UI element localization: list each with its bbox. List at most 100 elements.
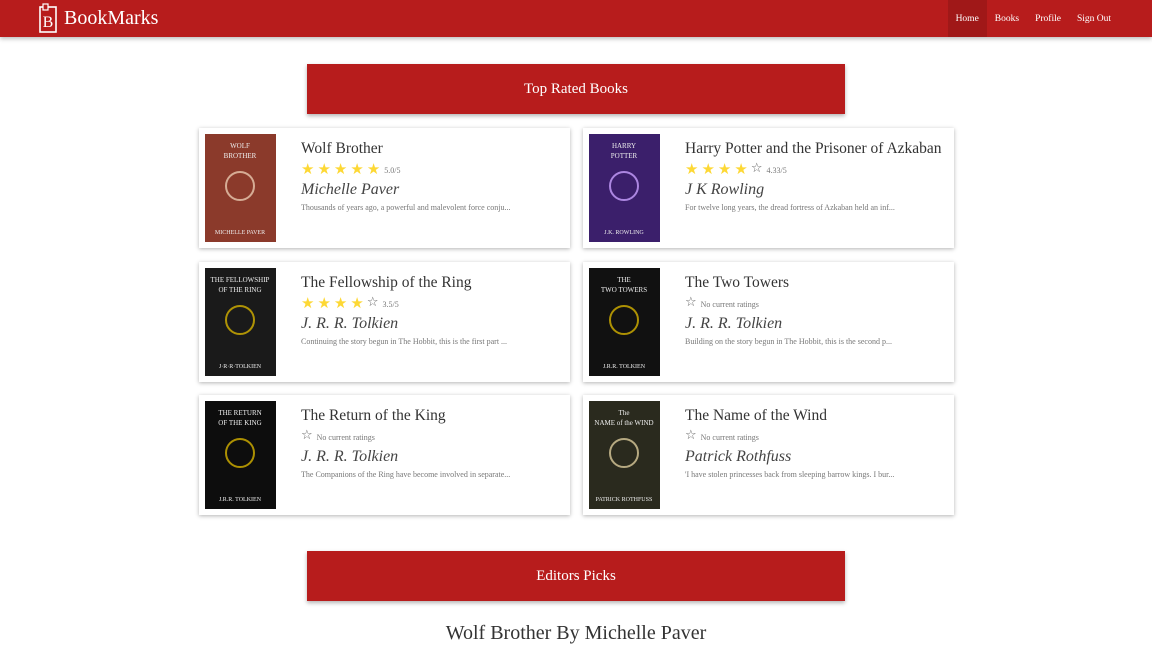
cover-background: [205, 134, 276, 242]
book-title[interactable]: Harry Potter and the Prisoner of Azkaban: [685, 140, 944, 157]
nav-menu: Home Books Profile Sign Out: [947, 0, 1119, 37]
book-cover-image[interactable]: WOLF BROTHER MICHELLE PAVER: [205, 134, 276, 242]
book-rating: ☆ No current ratings: [685, 429, 944, 443]
book-title[interactable]: Wolf Brother: [301, 140, 560, 157]
featured-book-title: Wolf Brother By Michelle Paver: [445, 622, 707, 644]
book-description: Thousands of years ago, a powerful and m…: [301, 203, 511, 212]
book-rating: ☆ No current ratings: [685, 296, 944, 310]
cover-text-top: WOLF: [230, 142, 250, 150]
rating-text: 4.33/5: [766, 166, 787, 175]
book-title[interactable]: The Name of the Wind: [685, 407, 944, 424]
rating-text: 5.0/5: [384, 166, 401, 175]
cover-text-author: MICHELLE PAVER: [215, 230, 265, 236]
book-author: J. R. R. Tolkien: [301, 315, 399, 332]
book-author: Michelle Paver: [301, 181, 400, 198]
book-title[interactable]: The Fellowship of the Ring: [301, 274, 560, 291]
star-filled-icon: ★: [333, 294, 348, 312]
cover-text-author: J·R·R·TOLKIEN: [219, 364, 262, 370]
cover-text-top: HARRY: [612, 142, 636, 150]
cover-text-top: The: [619, 409, 630, 417]
star-filled-icon: ★: [333, 160, 348, 178]
book-card[interactable]: WOLF BROTHER MICHELLE PAVER Wolf Brother ★ ★ ★…: [199, 128, 570, 248]
book-card[interactable]: The NAME of the WIND PATRICK ROTHFUSS The N…: [583, 395, 954, 515]
brand-link[interactable]: B BookMarks: [37, 3, 158, 34]
cover-text-main: NAME of the WIND: [594, 419, 653, 427]
star-empty-icon: ☆: [750, 161, 763, 176]
nav-home[interactable]: Home: [947, 0, 987, 37]
book-info: Wolf Brother ★ ★ ★ ★ ★ 5.0/5 Michelle Paver Thou…: [301, 140, 560, 213]
star-filled-icon: ★: [734, 160, 748, 178]
star-filled-icon: ★: [366, 160, 381, 178]
top-rated-books-button[interactable]: Top Rated Books: [307, 64, 845, 114]
book-card[interactable]: HARRY POTTER J.K. ROWLING Harry Potter and …: [583, 128, 954, 248]
book-cover-image[interactable]: THE TWO TOWERS J.R.R. TOLKIEN: [589, 268, 660, 376]
book-cover-image[interactable]: HARRY POTTER J.K. ROWLING: [589, 134, 660, 242]
book-description: Building on the story begun in The Hobbi…: [685, 337, 892, 346]
book-b-logo-icon: B: [39, 3, 57, 33]
cover-text-author: J.R.R. TOLKIEN: [603, 364, 646, 370]
star-filled-icon: ★: [317, 160, 331, 178]
book-description: The Companions of the Ring have become i…: [301, 470, 511, 479]
rating-text: No current ratings: [700, 300, 759, 309]
star-empty-icon: ☆: [685, 295, 697, 310]
nav-books[interactable]: Books: [987, 0, 1027, 37]
book-info: The Two Towers ☆ No current ratings J. R. R…: [685, 274, 944, 347]
star-filled-icon: ★: [701, 160, 715, 178]
cover-text-main: POTTER: [611, 152, 638, 160]
rating-text: No current ratings: [316, 433, 375, 442]
cover-text-main: TWO TOWERS: [601, 286, 647, 294]
cover-text-main: OF THE RING: [218, 286, 261, 294]
star-filled-icon: ★: [350, 160, 364, 178]
navbar: B BookMarks Home Books Profile Sign Out: [0, 0, 1152, 37]
book-info: The Fellowship of the Ring ★ ★ ★ ★ ☆ 3.5/5 J. R…: [301, 274, 560, 347]
book-rating: ★ ★ ★ ★ ★ 5.0/5: [301, 160, 560, 178]
book-rating: ★ ★ ★ ★ ☆ 3.5/5: [301, 294, 560, 312]
book-info: Harry Potter and the Prisoner of Azkaban…: [685, 140, 944, 213]
cover-text-main: BROTHER: [224, 152, 257, 160]
cover-background: [205, 268, 276, 376]
cover-text-author: J.R.R. TOLKIEN: [219, 497, 262, 503]
book-card[interactable]: THE RETURN OF THE KING J.R.R. TOLKIEN The R…: [199, 395, 570, 515]
star-empty-icon: ☆: [366, 295, 379, 310]
cover-background: [589, 268, 660, 376]
book-description: Continuing the story begun in The Hobbit…: [301, 337, 508, 346]
book-rating: ★ ★ ★ ★ ☆ 4.33/5: [685, 160, 944, 178]
svg-text:B: B: [43, 14, 54, 31]
star-empty-icon: ☆: [685, 428, 697, 443]
cover-text-top: THE: [617, 276, 631, 284]
rating-text: 3.5/5: [382, 300, 399, 309]
book-info: The Return of the King ☆ No current rating…: [301, 407, 560, 480]
book-description: For twelve long years, the dread fortres…: [685, 203, 895, 212]
cover-text-author: J.K. ROWLING: [604, 230, 644, 236]
rating-text: No current ratings: [700, 433, 759, 442]
star-filled-icon: ★: [301, 160, 315, 178]
book-cover-image[interactable]: THE RETURN OF THE KING J.R.R. TOLKIEN: [205, 401, 276, 509]
cover-text-author: PATRICK ROTHFUSS: [596, 497, 653, 503]
star-filled-icon: ★: [301, 294, 315, 312]
nav-sign-out[interactable]: Sign Out: [1069, 0, 1119, 37]
star-empty-icon: ☆: [301, 428, 313, 443]
editors-picks-button[interactable]: Editors Picks: [307, 551, 845, 601]
book-title[interactable]: The Two Towers: [685, 274, 944, 291]
star-filled-icon: ★: [685, 160, 699, 178]
brand-name: BookMarks: [64, 7, 159, 29]
book-cover-image[interactable]: THE FELLOWSHIP OF THE RING J·R·R·TOLKIEN: [205, 268, 276, 376]
star-filled-icon: ★: [350, 294, 364, 312]
star-filled-icon: ★: [317, 294, 331, 312]
book-author: J K Rowling: [685, 181, 765, 198]
star-filled-icon: ★: [717, 160, 732, 178]
book-title[interactable]: The Return of the King: [301, 407, 560, 424]
nav-profile[interactable]: Profile: [1027, 0, 1069, 37]
cover-text-top: THE FELLOWSHIP: [211, 276, 270, 284]
cover-text-top: THE RETURN: [218, 409, 261, 417]
cover-background: [589, 134, 660, 242]
book-card[interactable]: THE TWO TOWERS J.R.R. TOLKIEN The Two Tower…: [583, 262, 954, 382]
book-rating: ☆ No current ratings: [301, 429, 560, 443]
book-cover-image[interactable]: The NAME of the WIND PATRICK ROTHFUSS: [589, 401, 660, 509]
cover-text-main: OF THE KING: [218, 419, 261, 427]
book-author: Patrick Rothfuss: [685, 448, 792, 465]
book-card[interactable]: THE FELLOWSHIP OF THE RING J·R·R·TOLKIEN Th…: [199, 262, 570, 382]
cover-background: [205, 401, 276, 509]
cover-background: [589, 401, 660, 509]
book-author: J. R. R. Tolkien: [685, 315, 783, 332]
